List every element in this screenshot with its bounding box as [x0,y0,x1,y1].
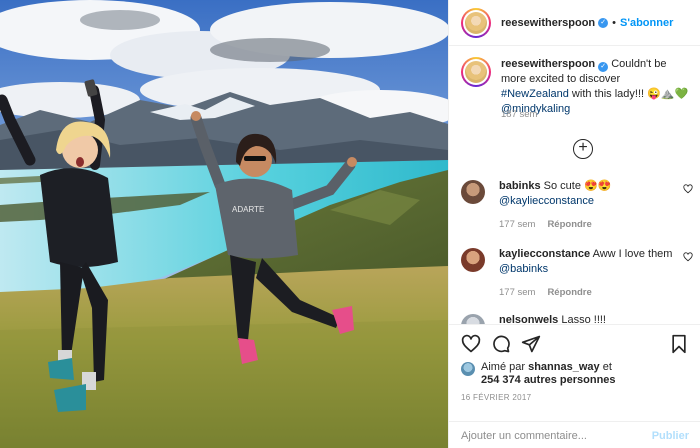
header-username[interactable]: reesewitherspoon [501,17,595,29]
reply-button[interactable]: Répondre [547,219,591,230]
comment-item: kayliecconstance Aww I love them @babink… [461,247,693,300]
likes-summary: Aimé par shannas_way et 254 374 autres p… [461,361,691,387]
add-comment-bar: Publier [449,421,700,448]
comment-username[interactable]: nelsonwels [499,314,558,324]
heart-icon[interactable] [461,334,481,354]
comment-text: Lasso !!!! [561,314,606,324]
svg-text:ADARTE: ADARTE [232,205,264,214]
heart-icon[interactable] [683,184,693,194]
comment-text: Aww I love them [592,248,673,260]
comment-item: nelsonwels Lasso !!!! [461,313,693,324]
caption-time[interactable]: 187 sem [501,109,537,120]
avatar[interactable] [461,7,491,38]
comment-time[interactable]: 177 sem [499,219,535,230]
liker-username[interactable]: shannas_way [528,361,600,373]
post-photo[interactable]: ADARTE [0,0,448,448]
caption-text-end: with this lady!!! 😜⛰️💚 [568,88,689,100]
action-icons-row [461,334,689,356]
comment-mention[interactable]: @babinks [499,263,548,275]
post-date[interactable]: 16 FÉVRIER 2017 [461,393,531,402]
post-actions: Aimé par shannas_way et 254 374 autres p… [449,324,700,448]
likes-prefix: Aimé par [481,361,526,373]
verified-badge-icon: ✓ [598,17,609,28]
caption-hashtag[interactable]: #NewZealand [501,88,569,100]
comment-avatar[interactable] [461,248,485,272]
heart-icon[interactable] [683,252,693,262]
verified-badge-icon: ✓ [598,62,609,72]
comment-username[interactable]: kayliecconstance [499,248,590,260]
liker-avatar[interactable] [461,362,475,376]
reply-button[interactable]: Répondre [547,287,591,298]
follow-button[interactable]: S'abonner [620,17,673,29]
photo-scene: ADARTE [0,0,448,448]
instagram-post: ADARTE reesewitherspoon ✓ • S'abonner re… [0,0,700,448]
comment-icon[interactable] [491,334,511,354]
share-icon[interactable] [521,334,541,354]
comment-time[interactable]: 177 sem [499,287,535,298]
comment-username[interactable]: babinks [499,180,541,192]
comment-input[interactable] [461,429,652,442]
comment-avatar[interactable] [461,314,485,324]
caption-avatar[interactable] [461,57,491,87]
comment-avatar[interactable] [461,180,485,204]
post-header: reesewitherspoon ✓ • S'abonner [449,0,700,46]
header-separator: • [612,16,616,29]
load-more-comments-button[interactable]: + [573,139,593,159]
comment-text: So cute 😍😍 [543,180,612,192]
bookmark-icon[interactable] [669,334,689,354]
comments-scroll-area[interactable]: reesewitherspoon ✓ Couldn't be more excit… [449,47,700,324]
comment-mention[interactable]: @kayliecconstance [499,195,594,207]
plus-circle-icon: + [578,139,588,156]
post-caption: reesewitherspoon ✓ Couldn't be more excit… [461,57,691,117]
caption-username[interactable]: reesewitherspoon [501,58,595,70]
likes-conjunction: et [602,361,612,373]
avatar-image [465,11,487,34]
likes-count[interactable]: 254 374 autres personnes [481,374,616,386]
post-side-panel: reesewitherspoon ✓ • S'abonner reesewith… [448,0,700,448]
publish-button[interactable]: Publier [652,430,689,442]
comment-item: babinks So cute 😍😍 @kayliecconstance 177… [461,179,693,232]
